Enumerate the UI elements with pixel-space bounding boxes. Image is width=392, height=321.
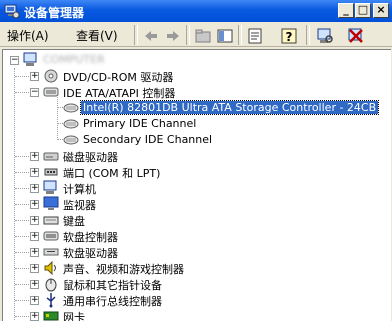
ide-channel-icon <box>63 116 79 132</box>
toolbar-separator <box>306 25 310 45</box>
port-icon <box>43 164 59 180</box>
tree-connector <box>15 284 29 285</box>
expand-toggle[interactable]: + <box>30 248 39 257</box>
toolbar-separator <box>238 25 242 45</box>
help-icon[interactable]: ? <box>279 26 299 46</box>
tree-child-item[interactable]: Secondary IDE Channel <box>3 132 383 148</box>
tree-item-label: 声音、视频和游戏控制器 <box>63 263 184 276</box>
minimize-button[interactable]: _ <box>338 3 354 18</box>
tree-connector <box>15 156 29 157</box>
tree-category-item[interactable]: + 网卡 <box>3 308 383 321</box>
tree-child-item[interactable]: Primary IDE Channel <box>3 116 383 132</box>
back-arrow-icon[interactable] <box>141 26 161 46</box>
tree-item-label: 端口 (COM 和 LPT) <box>63 167 161 180</box>
show-hide-tree-icon[interactable] <box>215 26 235 46</box>
close-button[interactable]: × <box>373 3 389 18</box>
tree-root[interactable]: − COMPUTER <box>3 52 383 68</box>
expand-toggle[interactable]: + <box>30 280 39 289</box>
cdrom-icon <box>43 68 59 84</box>
tree-category-item[interactable]: + 监视器 <box>3 196 383 212</box>
tree-connector <box>15 236 29 237</box>
scan-hardware-icon[interactable] <box>315 26 335 46</box>
tree-category-item[interactable]: + 通用串行总线控制器 <box>3 292 383 308</box>
title-bar: 设备管理器 _ □ × <box>0 0 392 22</box>
tree-category-item[interactable]: + 计算机 <box>3 180 383 196</box>
toolbar-separator <box>134 25 138 45</box>
network-card-icon <box>43 308 59 321</box>
tree-category-item[interactable]: + 端口 (COM 和 LPT) <box>3 164 383 180</box>
toolbar-separator <box>186 25 190 45</box>
maximize-button[interactable]: □ <box>355 3 371 18</box>
root-computer-name: COMPUTER <box>43 53 105 66</box>
device-manager-icon <box>4 3 20 22</box>
tree-category-item[interactable]: + 磁盘驱动器 <box>3 148 383 164</box>
menu-action[interactable]: 操作(A) <box>7 27 49 44</box>
tree-connector <box>15 92 29 93</box>
tree-connector <box>15 188 29 189</box>
tree-item-label: Primary IDE Channel <box>83 117 197 130</box>
tree-connector <box>15 252 29 253</box>
tree-connector <box>15 300 29 301</box>
tree-item-label: 监视器 <box>63 199 96 212</box>
menu-view[interactable]: 查看(V) <box>76 27 118 44</box>
tree-child-item[interactable]: Intel(R) 82801DB Ultra ATA Storage Contr… <box>3 100 383 116</box>
expand-toggle[interactable]: + <box>30 200 39 209</box>
floppy-controller-icon <box>43 228 59 244</box>
tree-item-label: 软盘驱动器 <box>63 247 118 260</box>
expand-toggle[interactable]: + <box>30 216 39 225</box>
tree-connector <box>15 220 29 221</box>
ide-channel-icon <box>63 132 79 148</box>
device-tree[interactable]: − COMPUTER + DVD/CD-ROM 驱动器 − IDE ATA/ATAPI… <box>2 49 391 321</box>
keyboard-icon <box>43 212 59 228</box>
tree-category-item[interactable]: + 声音、视频和游戏控制器 <box>3 260 383 276</box>
up-folder-icon[interactable] <box>193 26 213 46</box>
tree-item-label: 计算机 <box>63 183 96 196</box>
expand-toggle[interactable]: + <box>30 168 39 177</box>
tree-category-item[interactable]: + 软盘控制器 <box>3 228 383 244</box>
monitor-icon <box>43 196 59 212</box>
svg-text:?: ? <box>286 30 293 44</box>
disk-drive-icon <box>43 148 59 164</box>
tree-category-item[interactable]: + 鼠标和其它指针设备 <box>3 276 383 292</box>
tree-category-item[interactable]: + 软盘驱动器 <box>3 244 383 260</box>
expand-toggle[interactable]: + <box>30 184 39 193</box>
tree-item-label: Secondary IDE Channel <box>83 133 213 146</box>
tree-item-label: 软盘控制器 <box>63 231 118 244</box>
disable-device-icon[interactable] <box>346 26 366 46</box>
expand-toggle[interactable]: + <box>30 296 39 305</box>
tree-category-item[interactable]: + DVD/CD-ROM 驱动器 <box>3 68 383 84</box>
mouse-icon <box>43 276 59 292</box>
tree-connector <box>15 268 29 269</box>
floppy-drive-icon <box>43 244 59 260</box>
tree-item-label: 鼠标和其它指针设备 <box>63 279 162 292</box>
tree-item-label: 磁盘驱动器 <box>63 151 118 164</box>
expand-toggle[interactable]: + <box>30 152 39 161</box>
tree-category-item[interactable]: + 键盘 <box>3 212 383 228</box>
tree-category-item[interactable]: − IDE ATA/ATAPI 控制器 <box>3 84 383 100</box>
collapse-toggle[interactable]: − <box>10 56 19 65</box>
properties-icon[interactable] <box>245 26 265 46</box>
expand-toggle[interactable]: + <box>30 72 39 81</box>
ide-channel-icon <box>63 100 79 116</box>
window-title: 设备管理器 <box>24 6 85 20</box>
tree-connector <box>15 204 29 205</box>
tree-connector <box>15 172 29 173</box>
tree-item-label: DVD/CD-ROM 驱动器 <box>63 71 174 84</box>
usb-icon <box>43 292 59 308</box>
tree-item-label: Intel(R) 82801DB Ultra ATA Storage Contr… <box>79 100 380 115</box>
tree-connector <box>15 316 29 317</box>
tree-connector <box>15 76 29 77</box>
tree-item-label: 键盘 <box>63 215 85 228</box>
forward-arrow-icon[interactable] <box>163 26 183 46</box>
collapse-toggle[interactable]: − <box>30 88 39 97</box>
sound-icon <box>43 260 59 276</box>
expand-toggle[interactable]: + <box>30 264 39 273</box>
computer-icon <box>43 180 59 196</box>
expand-toggle[interactable]: + <box>30 232 39 241</box>
computer-icon <box>23 52 39 68</box>
tree-item-label: 通用串行总线控制器 <box>63 295 162 308</box>
ide-controller-icon <box>43 84 59 100</box>
tree-item-label: IDE ATA/ATAPI 控制器 <box>63 87 176 100</box>
tree-item-label: 网卡 <box>63 311 85 321</box>
